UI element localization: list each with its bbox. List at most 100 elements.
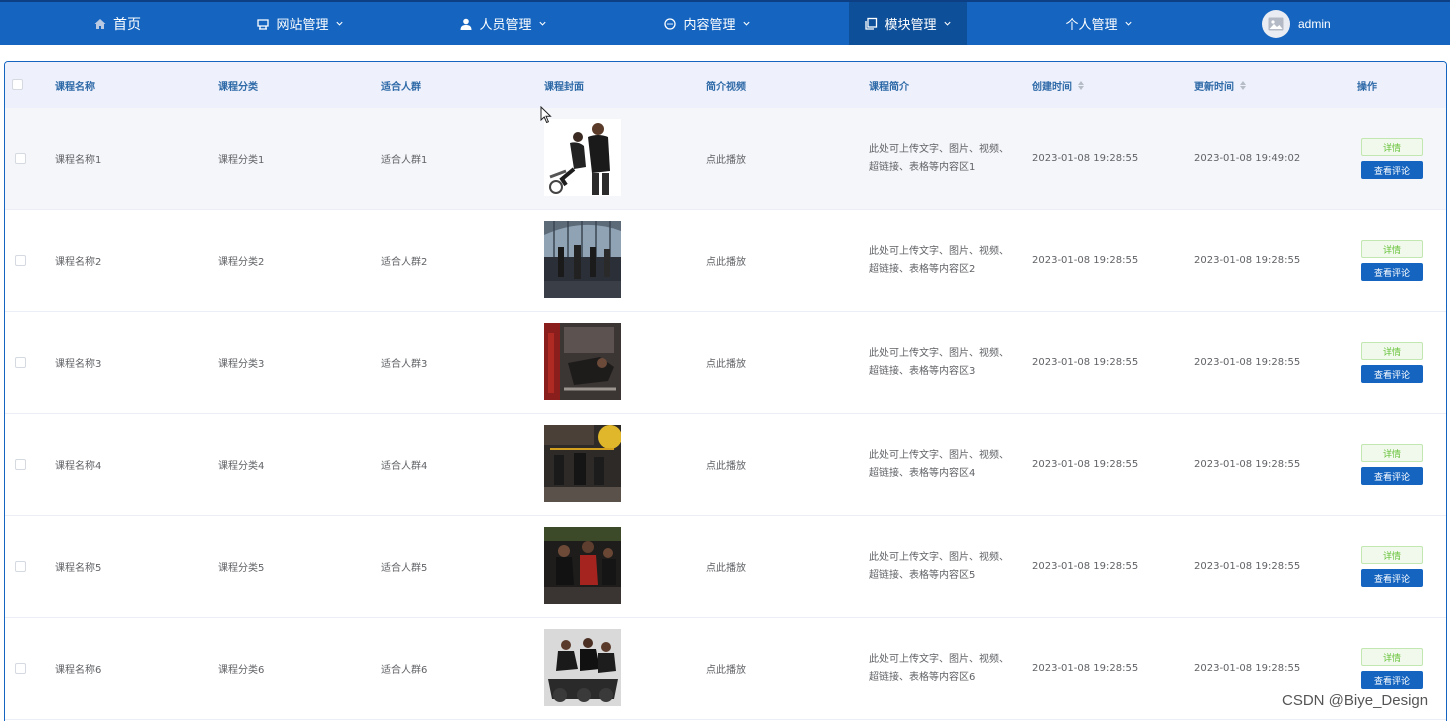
cell-course-category: 课程分类5 xyxy=(218,563,265,574)
table-header: 课程名称 课程分类 适合人群 课程封面 简介视频 课程简介 创建时间 更新时间 … xyxy=(5,62,1446,108)
table-row: 课程名称5 课程分类5 适合人群5 点此播放 此处可上传文字、图片、视频、超链接… xyxy=(5,516,1446,618)
row-checkbox[interactable] xyxy=(15,255,26,266)
view-comments-button[interactable]: 查看评论 xyxy=(1361,263,1423,281)
header-created-label: 创建时间 xyxy=(1032,81,1072,93)
cell-updated-time: 2023-01-08 19:28:55 xyxy=(1194,459,1301,470)
header-audience: 适合人群 xyxy=(381,81,421,93)
user-icon xyxy=(459,17,473,31)
header-course-name: 课程名称 xyxy=(55,81,95,93)
select-all-checkbox[interactable] xyxy=(12,79,23,90)
cell-course-category: 课程分类4 xyxy=(218,461,265,472)
chevron-down-icon xyxy=(335,19,344,28)
cell-created-time: 2023-01-08 19:28:55 xyxy=(1032,357,1139,368)
header-intro-video: 简介视频 xyxy=(706,81,746,93)
course-cover-image[interactable] xyxy=(544,221,621,298)
row-checkbox[interactable] xyxy=(15,459,26,470)
header-operations: 操作 xyxy=(1357,81,1377,93)
cell-course-name: 课程名称3 xyxy=(55,359,102,370)
cell-play-video-link[interactable]: 点此播放 xyxy=(706,312,746,413)
view-comments-button[interactable]: 查看评论 xyxy=(1361,467,1423,485)
cell-course-name: 课程名称5 xyxy=(55,563,102,574)
nav-module-management[interactable]: 模块管理 xyxy=(849,2,967,45)
cell-course-intro: 此处可上传文字、图片、视频、超链接、表格等内容区6 xyxy=(869,653,1009,683)
table-row: 课程名称6 课程分类6 适合人群6 点此播放 此处可上传文字、图片、视频、超链接… xyxy=(5,618,1446,720)
table-row: 课程名称3 课程分类3 适合人群3 点此播放 此处可上传文字、图片、视频、超链接… xyxy=(5,312,1446,414)
course-cover-image[interactable] xyxy=(544,119,621,196)
cell-audience: 适合人群6 xyxy=(381,665,428,676)
course-cover-image[interactable] xyxy=(544,527,621,604)
nav-content-label: 内容管理 xyxy=(683,18,736,33)
cell-course-intro: 此处可上传文字、图片、视频、超链接、表格等内容区4 xyxy=(869,449,1009,479)
cell-audience: 适合人群4 xyxy=(381,461,428,472)
header-course-category: 课程分类 xyxy=(218,81,258,93)
detail-button[interactable]: 详情 xyxy=(1361,342,1423,360)
user-menu[interactable]: admin xyxy=(1262,2,1331,45)
course-cover-image[interactable] xyxy=(544,323,621,400)
chat-icon xyxy=(663,17,677,31)
detail-button[interactable]: 详情 xyxy=(1361,648,1423,666)
detail-button[interactable]: 详情 xyxy=(1361,444,1423,462)
cell-updated-time: 2023-01-08 19:28:55 xyxy=(1194,357,1301,368)
view-comments-button[interactable]: 查看评论 xyxy=(1361,569,1423,587)
header-updated-time[interactable]: 更新时间 xyxy=(1194,62,1246,108)
view-comments-button[interactable]: 查看评论 xyxy=(1361,161,1423,179)
image-icon xyxy=(1268,17,1284,30)
shop-icon xyxy=(256,17,270,31)
detail-button[interactable]: 详情 xyxy=(1361,138,1423,156)
course-cover-image[interactable] xyxy=(544,629,621,706)
cell-course-name: 课程名称4 xyxy=(55,461,102,472)
chevron-down-icon xyxy=(1124,19,1133,28)
row-checkbox[interactable] xyxy=(15,561,26,572)
detail-button[interactable]: 详情 xyxy=(1361,240,1423,258)
nav-personal-label: 个人管理 xyxy=(1065,18,1118,33)
nav-home[interactable]: 首页 xyxy=(72,2,162,45)
cell-play-video-link[interactable]: 点此播放 xyxy=(706,210,746,311)
cell-course-name: 课程名称6 xyxy=(55,665,102,676)
cell-updated-time: 2023-01-08 19:28:55 xyxy=(1194,255,1301,266)
header-created-time[interactable]: 创建时间 xyxy=(1032,62,1084,108)
detail-button[interactable]: 详情 xyxy=(1361,546,1423,564)
cell-updated-time: 2023-01-08 19:49:02 xyxy=(1194,153,1301,164)
cell-audience: 适合人群1 xyxy=(381,155,428,166)
sort-icon[interactable] xyxy=(1240,80,1246,90)
cell-course-name: 课程名称1 xyxy=(55,155,102,166)
top-navbar: 首页 网站管理 人员管理 内容管理 模块管理 个人管理 admin xyxy=(0,0,1450,45)
cell-created-time: 2023-01-08 19:28:55 xyxy=(1032,153,1139,164)
course-table: 课程名称 课程分类 适合人群 课程封面 简介视频 课程简介 创建时间 更新时间 … xyxy=(4,61,1447,721)
cell-course-category: 课程分类6 xyxy=(218,665,265,676)
watermark-text: CSDN @Biye_Design xyxy=(1282,692,1429,709)
nav-people-label: 人员管理 xyxy=(479,18,532,33)
cell-audience: 适合人群2 xyxy=(381,257,428,268)
cell-course-intro: 此处可上传文字、图片、视频、超链接、表格等内容区1 xyxy=(869,143,1009,173)
header-updated-label: 更新时间 xyxy=(1194,81,1234,93)
nav-module-label: 模块管理 xyxy=(884,18,937,33)
mouse-pointer-icon xyxy=(540,106,552,124)
table-row: 课程名称4 课程分类4 适合人群4 点此播放 此处可上传文字、图片、视频、超链接… xyxy=(5,414,1446,516)
chevron-down-icon xyxy=(943,19,952,28)
avatar xyxy=(1262,9,1290,38)
cell-play-video-link[interactable]: 点此播放 xyxy=(706,618,746,719)
cell-created-time: 2023-01-08 19:28:55 xyxy=(1032,459,1139,470)
cell-created-time: 2023-01-08 19:28:55 xyxy=(1032,663,1139,674)
nav-people-management[interactable]: 人员管理 xyxy=(438,2,568,45)
view-comments-button[interactable]: 查看评论 xyxy=(1361,671,1423,689)
cell-audience: 适合人群3 xyxy=(381,359,428,370)
row-checkbox[interactable] xyxy=(15,153,26,164)
cell-course-name: 课程名称2 xyxy=(55,257,102,268)
cell-play-video-link[interactable]: 点此播放 xyxy=(706,414,746,515)
nav-personal-management[interactable]: 个人管理 xyxy=(1040,2,1158,45)
row-checkbox[interactable] xyxy=(15,663,26,674)
cell-course-category: 课程分类2 xyxy=(218,257,265,268)
cell-play-video-link[interactable]: 点此播放 xyxy=(706,108,746,209)
chevron-down-icon xyxy=(742,19,751,28)
cell-created-time: 2023-01-08 19:28:55 xyxy=(1032,561,1139,572)
row-checkbox[interactable] xyxy=(15,357,26,368)
view-comments-button[interactable]: 查看评论 xyxy=(1361,365,1423,383)
header-cover: 课程封面 xyxy=(544,81,584,93)
sort-icon[interactable] xyxy=(1078,80,1084,90)
course-cover-image[interactable] xyxy=(544,425,621,502)
nav-site-label: 网站管理 xyxy=(276,18,329,33)
nav-content-management[interactable]: 内容管理 xyxy=(642,2,772,45)
cell-play-video-link[interactable]: 点此播放 xyxy=(706,516,746,617)
nav-site-management[interactable]: 网站管理 xyxy=(235,2,365,45)
